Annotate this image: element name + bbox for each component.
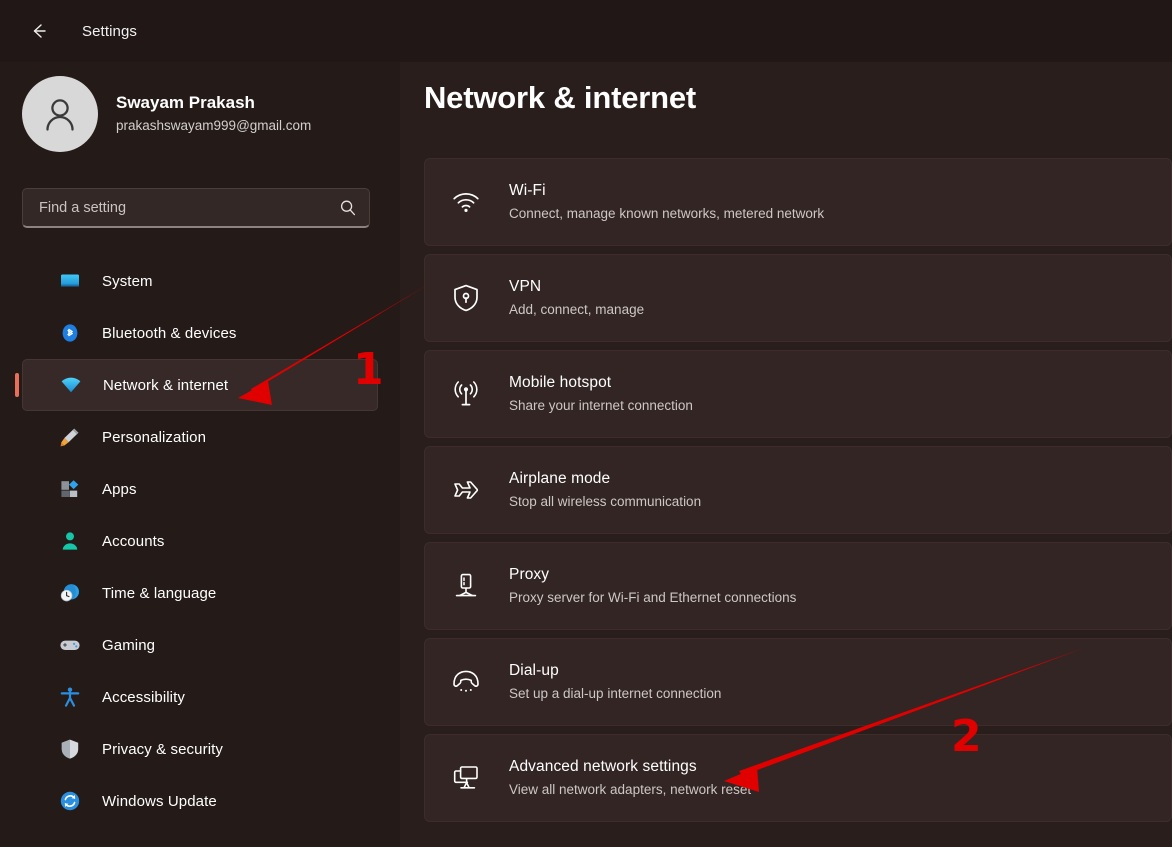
row-title: Mobile hotspot (509, 374, 612, 392)
row-title: Advanced network settings (509, 758, 697, 776)
user-avatar-icon (37, 91, 83, 137)
row-subtitle: Set up a dial-up internet connection (509, 686, 722, 702)
row-subtitle: Share your internet connection (509, 398, 693, 414)
hotspot-tower-icon (451, 379, 481, 409)
page-title: Network & internet (424, 80, 696, 115)
person-icon (58, 529, 82, 553)
sidebar: Swayam Prakash prakashswayam999@gmail.co… (0, 62, 400, 847)
sidebar-item-label: Network & internet (103, 376, 229, 394)
airplane-icon (451, 475, 481, 505)
row-title: VPN (509, 278, 542, 296)
shield-icon (58, 737, 82, 761)
settings-row-mobile-hotspot[interactable]: Mobile hotspot Share your internet conne… (424, 350, 1172, 438)
sidebar-item-label: Time & language (102, 584, 217, 602)
settings-row-proxy[interactable]: Proxy Proxy server for Wi-Fi and Etherne… (424, 542, 1172, 630)
row-title: Airplane mode (509, 470, 611, 488)
main-content: Network & internet Wi-Fi Connect, manage… (400, 62, 1172, 847)
title-bar: Settings (0, 0, 1172, 62)
row-subtitle: Add, connect, manage (509, 302, 645, 318)
search-input[interactable] (39, 199, 339, 216)
sidebar-item-label: Bluetooth & devices (102, 324, 237, 342)
sidebar-item-gaming[interactable]: Gaming (22, 619, 378, 671)
wifi-icon (59, 373, 83, 397)
refresh-icon (58, 789, 82, 813)
paintbrush-icon (58, 425, 82, 449)
bluetooth-icon (58, 321, 82, 345)
sidebar-item-label: Accounts (102, 532, 165, 550)
clock-globe-icon (58, 581, 82, 605)
settings-row-airplane-mode[interactable]: Airplane mode Stop all wireless communic… (424, 446, 1172, 534)
settings-row-wifi[interactable]: Wi-Fi Connect, manage known networks, me… (424, 158, 1172, 246)
sidebar-item-system[interactable]: System (22, 255, 378, 307)
row-subtitle: Proxy server for Wi-Fi and Ethernet conn… (509, 590, 797, 606)
apps-icon (58, 477, 82, 501)
sidebar-item-label: Accessibility (102, 688, 185, 706)
monitor-icon (58, 269, 82, 293)
sidebar-item-accounts[interactable]: Accounts (22, 515, 378, 567)
sidebar-item-label: Personalization (102, 428, 207, 446)
sidebar-item-apps[interactable]: Apps (22, 463, 378, 515)
settings-row-dial-up[interactable]: Dial-up Set up a dial-up internet connec… (424, 638, 1172, 726)
sidebar-item-label: Privacy & security (102, 740, 223, 758)
wifi-signal-icon (451, 187, 481, 217)
gamepad-icon (58, 633, 82, 657)
sidebar-item-accessibility[interactable]: Accessibility (22, 671, 378, 723)
row-subtitle: View all network adapters, network reset (509, 782, 752, 798)
sidebar-item-time-language[interactable]: Time & language (22, 567, 378, 619)
account-email: prakashswayam999@gmail.com (116, 117, 312, 133)
sidebar-item-privacy-security[interactable]: Privacy & security (22, 723, 378, 775)
network-monitor-icon (451, 763, 481, 793)
account-card[interactable]: Swayam Prakash prakashswayam999@gmail.co… (0, 62, 400, 154)
row-title: Dial-up (509, 662, 559, 680)
sidebar-item-label: Apps (102, 480, 137, 498)
proxy-server-icon (451, 571, 481, 601)
sidebar-item-network-internet[interactable]: Network & internet (15, 359, 378, 411)
settings-row-advanced-network-settings[interactable]: Advanced network settings View all netwo… (424, 734, 1172, 822)
app-title: Settings (82, 22, 137, 40)
back-arrow-icon (28, 20, 50, 42)
account-name: Swayam Prakash (116, 92, 255, 112)
row-subtitle: Connect, manage known networks, metered … (509, 206, 825, 222)
search-box[interactable] (22, 188, 370, 228)
settings-list: Wi-Fi Connect, manage known networks, me… (424, 158, 1172, 830)
back-button[interactable] (22, 14, 56, 48)
sidebar-item-label: Windows Update (102, 792, 217, 810)
sidebar-nav: System Bluetooth & devices Network & int… (0, 255, 400, 827)
sidebar-item-bluetooth-devices[interactable]: Bluetooth & devices (22, 307, 378, 359)
row-title: Wi-Fi (509, 182, 546, 200)
settings-row-vpn[interactable]: VPN Add, connect, manage (424, 254, 1172, 342)
shield-lock-icon (451, 283, 481, 313)
dialup-phone-icon (451, 667, 481, 697)
sidebar-item-label: System (102, 272, 153, 290)
sidebar-item-windows-update[interactable]: Windows Update (22, 775, 378, 827)
row-title: Proxy (509, 566, 550, 584)
search-icon[interactable] (339, 199, 357, 217)
avatar (22, 75, 98, 152)
row-subtitle: Stop all wireless communication (509, 494, 702, 510)
sidebar-item-personalization[interactable]: Personalization (22, 411, 378, 463)
accessibility-icon (58, 685, 82, 709)
sidebar-item-label: Gaming (102, 636, 156, 654)
